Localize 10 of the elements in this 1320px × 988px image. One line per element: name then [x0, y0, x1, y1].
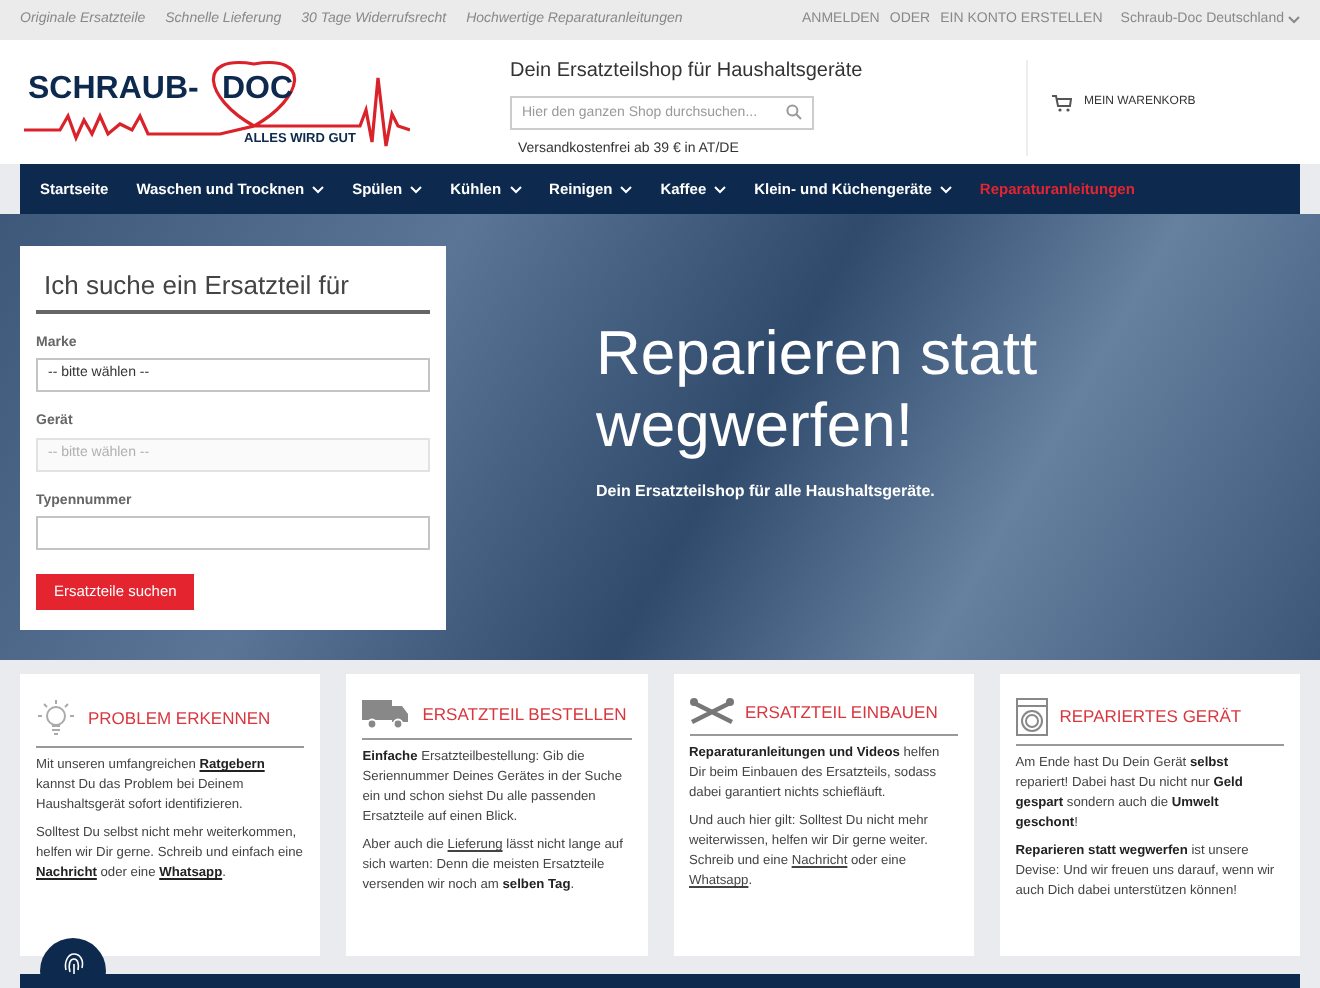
- shop-title: Dein Ersatzteilshop für Haushaltsgeräte: [510, 58, 865, 86]
- hero-subline: Dein Ersatzteilshop für alle Haushaltsgeräte.: [596, 480, 937, 504]
- step-title: ERSATZTEIL EINBAUEN: [745, 699, 938, 725]
- step-title: ERSATZTEIL BESTELLEN: [422, 701, 627, 727]
- hero-headline: Reparieren statt wegwerfen!: [596, 318, 1040, 462]
- logo-text: DOC: [222, 72, 294, 108]
- step-title: REPARIERTES GERÄT: [1059, 704, 1242, 730]
- logo-text: SCHRAUB-: [28, 72, 199, 108]
- search-card-title: Ich suche ein Ersatzteil für: [36, 266, 430, 313]
- step-title: PROBLEM ERKENNEN: [88, 705, 271, 731]
